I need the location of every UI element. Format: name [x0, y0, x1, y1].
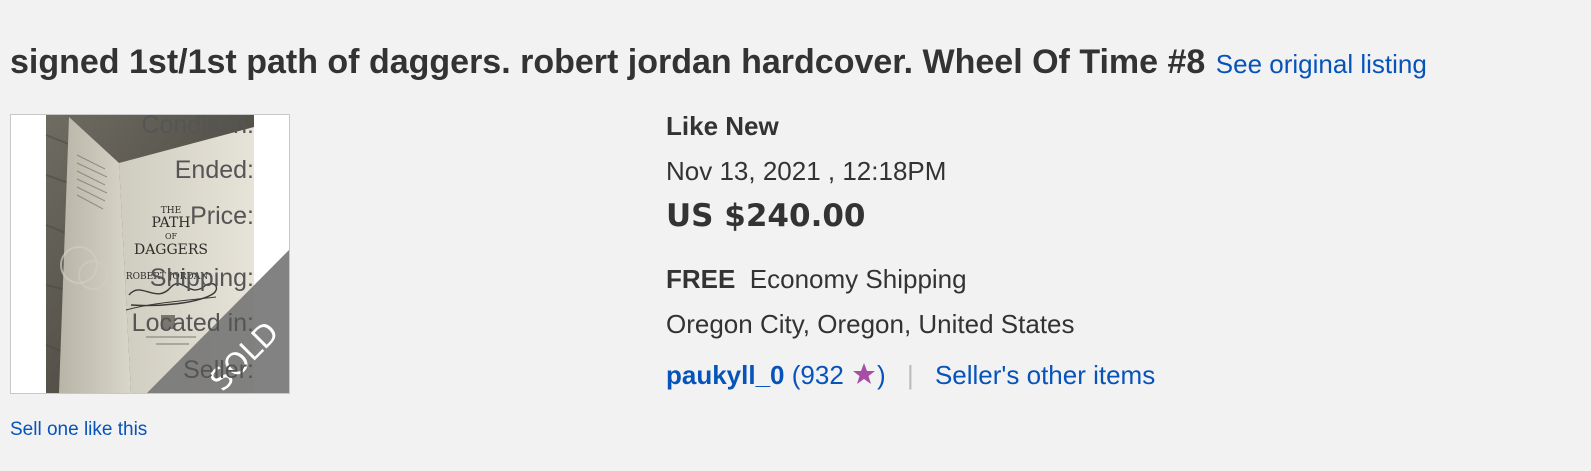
location-label: Located in:	[131, 309, 254, 337]
ended-label: Ended:	[174, 156, 254, 184]
svg-text:DAGGERS: DAGGERS	[134, 242, 208, 258]
separator: |	[906, 360, 914, 390]
price-value: US $240.00	[666, 198, 866, 234]
sell-one-like-this-link[interactable]: Sell one like this	[10, 419, 147, 441]
shipping-row: Shipping: FREE Economy Shipping	[0, 264, 1200, 304]
shipping-free: FREE	[666, 264, 736, 294]
listing-title: signed 1st/1st path of daggers. robert j…	[10, 43, 1206, 81]
seller-name-link[interactable]: paukyll_0	[666, 360, 785, 390]
seller-feedback-close: )	[877, 360, 886, 390]
price-label: Price:	[190, 202, 254, 230]
seller-label: Seller:	[183, 356, 254, 384]
ended-row: Ended: Nov 13, 2021 , 12:18PM	[0, 156, 1200, 196]
seller-info: paukyll_0 (932 ) | Seller's other items	[666, 360, 1155, 393]
shipping-method: Economy Shipping	[749, 264, 967, 294]
location-row: Located in: Oregon City, Oregon, United …	[0, 309, 1200, 349]
condition-row: Condition: Like New	[0, 111, 1200, 151]
shipping-value: FREE Economy Shipping	[666, 264, 967, 295]
see-original-listing-link[interactable]: See original listing	[1216, 49, 1427, 79]
shipping-label: Shipping:	[149, 264, 254, 292]
price-row: Price: US $240.00	[0, 198, 1200, 238]
seller-feedback-score[interactable]: 932	[800, 360, 843, 390]
title-row: signed 1st/1st path of daggers. robert j…	[10, 43, 1427, 82]
purple-star-icon	[851, 362, 877, 393]
ended-value: Nov 13, 2021 , 12:18PM	[666, 156, 947, 186]
seller-row: Seller: paukyll_0 (932 ) | Seller's othe…	[0, 356, 1200, 396]
sellers-other-items-link[interactable]: Seller's other items	[935, 360, 1155, 390]
condition-value: Like New	[666, 111, 779, 141]
condition-label: Condition:	[141, 111, 254, 139]
location-value: Oregon City, Oregon, United States	[666, 309, 1075, 339]
